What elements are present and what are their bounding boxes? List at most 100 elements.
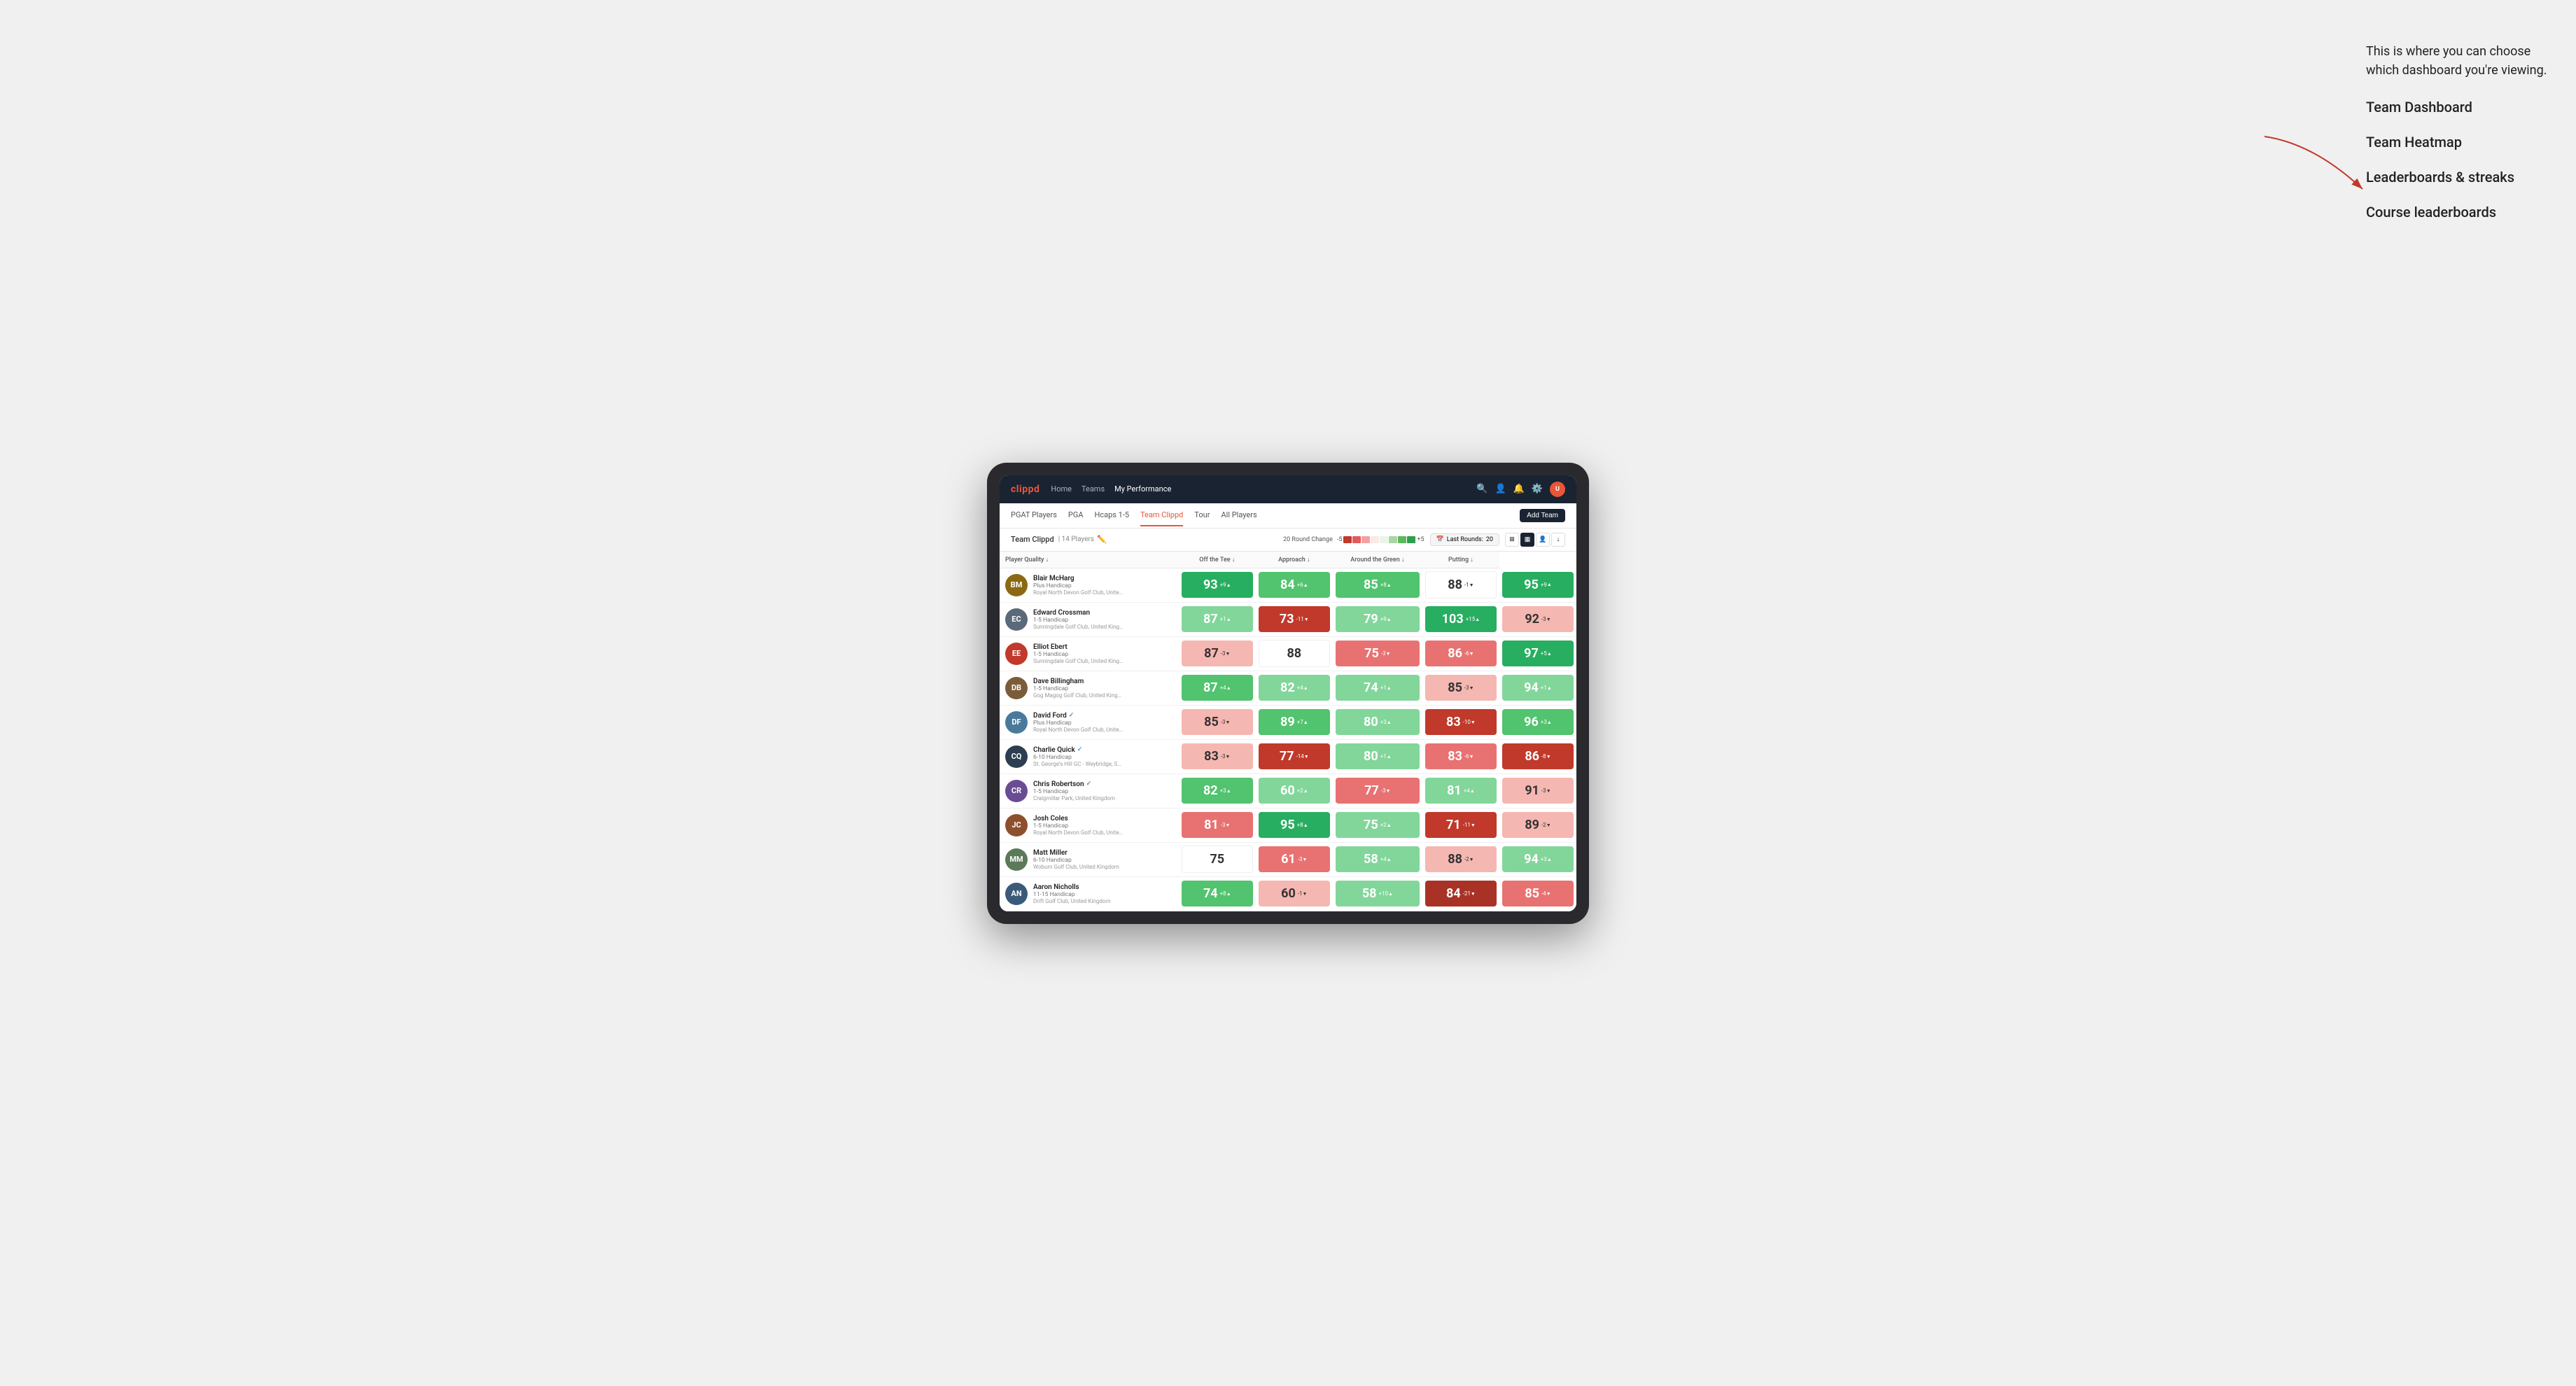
- score-box: 75 +2▲: [1336, 812, 1420, 838]
- player-name[interactable]: Josh Coles: [1033, 815, 1173, 822]
- player-name[interactable]: David Ford✓: [1033, 712, 1173, 720]
- player-name[interactable]: Elliot Ebert: [1033, 643, 1173, 651]
- player-name[interactable]: Blair McHarg: [1033, 575, 1173, 582]
- view-grid-button[interactable]: ⊞: [1505, 533, 1519, 547]
- nav-teams[interactable]: Teams: [1082, 482, 1105, 496]
- player-club: Sunningdale Golf Club, United Kingdom: [1033, 624, 1124, 630]
- score-box: 88 -2▼: [1425, 846, 1497, 872]
- subnav-pga[interactable]: PGA: [1068, 505, 1084, 526]
- team-name: Team Clippd: [1011, 535, 1054, 544]
- subnav-tour[interactable]: Tour: [1194, 505, 1210, 526]
- score-box: 88 -1▼: [1425, 571, 1497, 598]
- player-info: EE Elliot Ebert 1-5 Handicap Sunningdale…: [1005, 643, 1173, 665]
- score-value: 79: [1364, 612, 1378, 626]
- last-rounds-button[interactable]: 📅 Last Rounds: 20: [1430, 533, 1499, 546]
- sub-navigation: PGAT Players PGA Hcaps 1-5 Team Clippd T…: [1000, 503, 1576, 528]
- user-avatar[interactable]: U: [1550, 482, 1565, 497]
- score-cell: 83 -3▼: [1179, 739, 1256, 774]
- score-box: 86 -6▼: [1425, 640, 1497, 666]
- score-change: -2▼: [1541, 822, 1551, 828]
- view-list-button[interactable]: ▦: [1520, 533, 1534, 547]
- score-box: 96 +3▲: [1502, 709, 1574, 735]
- avatar: DB: [1005, 677, 1028, 699]
- profile-icon[interactable]: 👤: [1494, 484, 1506, 494]
- subnav-team-clippd[interactable]: Team Clippd: [1140, 505, 1183, 526]
- annotation-item-1: Team Dashboard: [2366, 97, 2562, 118]
- player-name[interactable]: Dave Billingham: [1033, 678, 1173, 685]
- nav-icons: 🔍 👤 🔔 ⚙️ U: [1476, 482, 1565, 497]
- score-cell: 77 -14▼: [1256, 739, 1333, 774]
- score-value: 96: [1524, 715, 1539, 729]
- player-name[interactable]: Charlie Quick✓: [1033, 746, 1173, 754]
- player-handicap: Plus Handicap: [1033, 720, 1173, 727]
- col-off-tee[interactable]: Off the Tee ↓: [1179, 552, 1256, 568]
- subnav-pgat[interactable]: PGAT Players: [1011, 505, 1057, 526]
- score-value: 58: [1364, 852, 1378, 867]
- player-handicap: 6-10 Handicap: [1033, 857, 1173, 864]
- search-icon[interactable]: 🔍: [1476, 484, 1488, 494]
- score-cell: 75 +2▲: [1333, 808, 1422, 842]
- nav-home[interactable]: Home: [1051, 482, 1072, 496]
- score-cell: 92 -3▼: [1499, 602, 1576, 636]
- col-approach[interactable]: Approach ↓: [1256, 552, 1333, 568]
- subnav-all-players[interactable]: All Players: [1221, 505, 1256, 526]
- score-value: 74: [1203, 886, 1218, 901]
- score-change: +1▲: [1380, 753, 1392, 760]
- player-name[interactable]: Aaron Nicholls: [1033, 883, 1173, 891]
- player-info: CQ Charlie Quick✓ 6-10 Handicap St. Geor…: [1005, 746, 1173, 768]
- annotation-intro-text: This is where you can choose which dashb…: [2366, 42, 2562, 80]
- players-tbody: BM Blair McHarg Plus Handicap Royal Nort…: [1000, 568, 1576, 911]
- subnav-hcaps[interactable]: Hcaps 1-5: [1095, 505, 1130, 526]
- player-cell: EE Elliot Ebert 1-5 Handicap Sunningdale…: [1000, 636, 1179, 671]
- score-cell: 75 -3▼: [1333, 636, 1422, 671]
- player-cell: CR Chris Robertson✓ 1-5 Handicap Craigmi…: [1000, 774, 1179, 808]
- score-value: 80: [1364, 715, 1378, 729]
- score-cell: 88 -2▼: [1422, 842, 1499, 876]
- score-box: 94 +3▲: [1502, 846, 1574, 872]
- scale-cell-4: [1371, 536, 1379, 543]
- score-change: +10▲: [1378, 890, 1392, 897]
- score-change: +9▲: [1380, 616, 1392, 622]
- score-box: 87 +1▲: [1182, 606, 1253, 632]
- add-team-button[interactable]: Add Team: [1520, 509, 1565, 522]
- player-details: Aaron Nicholls 11-15 Handicap Drift Golf…: [1033, 883, 1173, 904]
- view-download-button[interactable]: ↓: [1551, 533, 1565, 547]
- scale-cell-5: [1380, 536, 1388, 543]
- score-change: -3▼: [1381, 788, 1391, 794]
- player-name[interactable]: Edward Crossman: [1033, 609, 1173, 617]
- score-value: 61: [1281, 852, 1296, 867]
- player-name[interactable]: Chris Robertson✓: [1033, 780, 1173, 788]
- score-change: +2▲: [1297, 788, 1308, 794]
- score-cell: 91 -3▼: [1499, 774, 1576, 808]
- score-cell: 58 +4▲: [1333, 842, 1422, 876]
- score-cell: 96 +3▲: [1499, 705, 1576, 739]
- col-player-quality[interactable]: Player Quality ↓: [1000, 552, 1179, 568]
- player-name[interactable]: Matt Miller: [1033, 849, 1173, 857]
- score-value: 87: [1203, 612, 1218, 626]
- score-change: -1▼: [1464, 582, 1474, 588]
- score-change: -3▼: [1221, 719, 1231, 725]
- bell-icon[interactable]: 🔔: [1513, 484, 1525, 494]
- annotation-panel: This is where you can choose which dashb…: [2366, 42, 2562, 237]
- col-putting[interactable]: Putting ↓: [1422, 552, 1499, 568]
- score-box: 79 +9▲: [1336, 606, 1420, 632]
- player-club: Royal North Devon Golf Club, United King…: [1033, 727, 1124, 733]
- nav-my-performance[interactable]: My Performance: [1114, 482, 1171, 496]
- score-value: 88: [1287, 646, 1301, 661]
- view-person-button[interactable]: 👤: [1536, 533, 1550, 547]
- score-value: 94: [1524, 680, 1539, 695]
- score-cell: 75: [1179, 842, 1256, 876]
- score-box: 93 +9▲: [1182, 572, 1253, 598]
- score-box: 89 +7▲: [1259, 709, 1330, 735]
- player-info: BM Blair McHarg Plus Handicap Royal Nort…: [1005, 574, 1173, 596]
- score-value: 83: [1204, 749, 1219, 764]
- edit-icon[interactable]: ✏️: [1097, 535, 1107, 544]
- last-rounds-label: Last Rounds:: [1447, 536, 1483, 543]
- settings-icon[interactable]: ⚙️: [1532, 484, 1543, 494]
- score-value: 73: [1280, 612, 1294, 626]
- col-around-green[interactable]: Around the Green ↓: [1333, 552, 1422, 568]
- score-cell: 97 +5▲: [1499, 636, 1576, 671]
- score-box: 75 -3▼: [1336, 640, 1420, 666]
- score-cell: 94 +1▲: [1499, 671, 1576, 705]
- player-info: AN Aaron Nicholls 11-15 Handicap Drift G…: [1005, 883, 1173, 905]
